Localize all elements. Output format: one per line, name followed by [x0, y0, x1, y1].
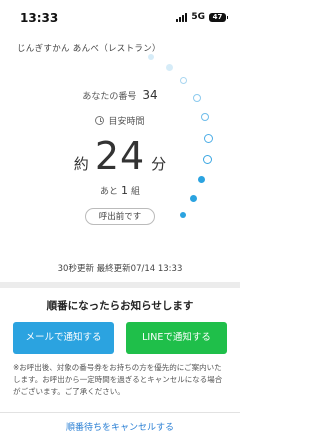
line-notify-button[interactable]: LINEで通知する	[126, 322, 227, 354]
estimate-time: 目安時間	[0, 114, 240, 127]
clock-icon	[95, 116, 105, 125]
remaining-suffix: 組	[131, 187, 141, 197]
your-number-value: 34	[142, 88, 158, 102]
progress-dot	[166, 64, 173, 71]
notice-text: ※お呼出後、対象の番号券をお持ちの方を優先的にご案内いたします。お呼出から一定時…	[13, 363, 223, 396]
signal-icon	[176, 12, 188, 22]
wait-minutes: 24	[94, 134, 146, 178]
update-info: 30秒更新 最終更新07/14 13:33	[57, 264, 183, 274]
battery-icon: 47	[209, 12, 228, 22]
mail-notify-button[interactable]: メールで通知する	[13, 322, 114, 354]
progress-dot	[180, 212, 186, 218]
wait-suffix: 分	[151, 155, 167, 173]
status-time: 13:33	[20, 11, 59, 25]
remaining-count: 1	[121, 184, 128, 197]
wait-prefix: 約	[73, 155, 89, 173]
your-number: あなたの番号 34	[0, 88, 240, 102]
network-type: 5G	[191, 12, 205, 22]
notify-title: 順番になったらお知らせします	[46, 300, 194, 312]
progress-dot	[198, 176, 205, 183]
shop-name: じんぎすかん あんべ（レストラン）	[17, 44, 161, 54]
wait-time: 約 24 分	[0, 136, 240, 176]
call-status-badge: 呼出前です	[85, 208, 155, 225]
estimate-label: 目安時間	[108, 117, 145, 127]
battery-level: 47	[212, 12, 223, 21]
progress-dot	[180, 77, 187, 84]
progress-dot	[148, 54, 154, 60]
status-indicators: 5G 47	[176, 12, 228, 22]
section-divider	[0, 282, 240, 288]
your-number-label: あなたの番号	[82, 92, 137, 102]
cancel-queue-link[interactable]: 順番待ちをキャンセルする	[0, 420, 240, 433]
remaining-groups: あと 1 組	[0, 184, 240, 197]
remaining-prefix: あと	[99, 187, 118, 197]
bottom-divider	[0, 412, 240, 413]
